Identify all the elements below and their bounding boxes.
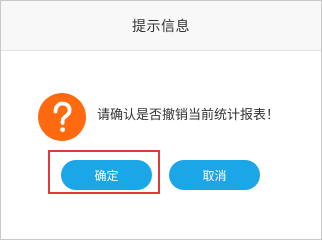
dialog-title: 提示信息	[132, 18, 190, 35]
cancel-button[interactable]: 取消	[169, 160, 260, 190]
dialog-header: 提示信息	[1, 1, 321, 51]
dialog-body: 请确认是否撤销当前统计报表！ 确定 取消	[1, 51, 321, 239]
confirm-button[interactable]: 确定	[61, 160, 152, 190]
confirm-dialog: 提示信息 请确认是否撤销当前统计报表！ 确定 取消	[0, 0, 322, 240]
question-icon	[38, 93, 86, 141]
confirm-message: 请确认是否撤销当前统计报表！	[97, 108, 280, 123]
